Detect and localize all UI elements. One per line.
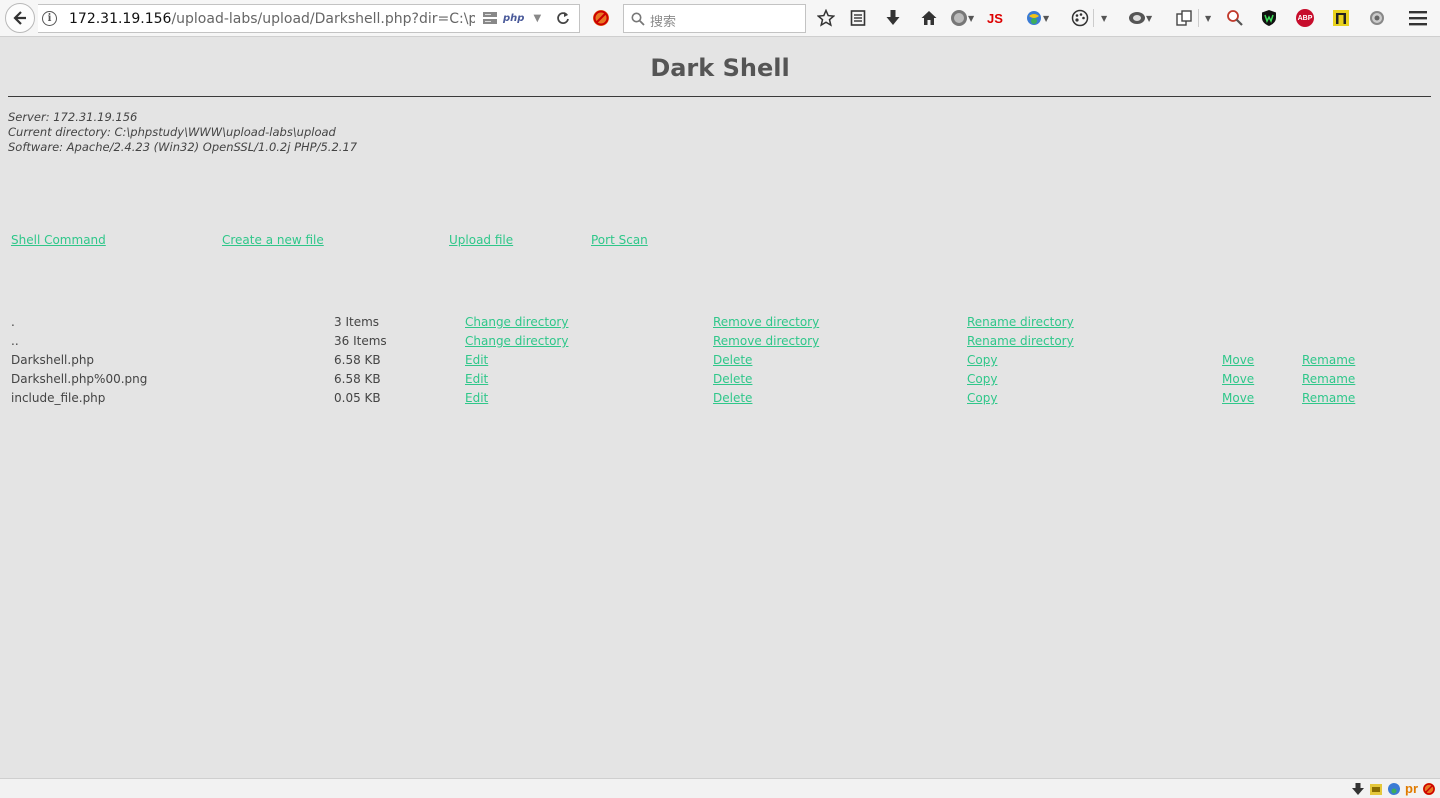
search-icon [631, 12, 645, 26]
server-info: Server: 172.31.19.156 Current directory:… [8, 110, 357, 155]
move-link[interactable]: Move [1222, 353, 1254, 367]
url-bar[interactable]: i 172.31.19.156/upload-labs/upload/Darks… [38, 4, 580, 33]
pr-icon[interactable]: pr [1405, 781, 1418, 796]
rename-link[interactable]: Remame [1302, 391, 1355, 405]
noscript-status-icon[interactable] [1422, 782, 1436, 796]
file-name: .. [11, 334, 19, 348]
file-name: . [11, 315, 15, 329]
edit-link[interactable]: Edit [465, 372, 488, 386]
toolbar-divider [1093, 8, 1094, 28]
bookmark-star-icon[interactable] [817, 8, 835, 28]
page-title: Dark Shell [650, 54, 790, 82]
file-name: include_file.php [11, 391, 106, 405]
delete-link[interactable]: Delete [713, 372, 752, 386]
globe-menu-icon[interactable]: ▼ [950, 8, 974, 28]
file-size: 0.05 KB [334, 391, 381, 405]
file-size: 3 Items [334, 315, 380, 329]
chevron-down-icon[interactable]: ▼ [1101, 8, 1107, 28]
move-link[interactable]: Move [1222, 391, 1254, 405]
reading-list-icon[interactable] [850, 8, 866, 28]
rename-link[interactable]: Remame [1302, 353, 1355, 367]
change-directory-link[interactable]: Change directory [465, 315, 568, 329]
file-size: 6.58 KB [334, 353, 381, 367]
delete-link[interactable]: Delete [713, 391, 752, 405]
reload-icon [557, 12, 569, 24]
search-input[interactable]: 搜索 [623, 4, 806, 33]
back-button[interactable] [5, 3, 35, 33]
divider [8, 96, 1431, 97]
shell-command-link[interactable]: Shell Command [11, 233, 106, 247]
download-icon[interactable] [885, 8, 901, 28]
upload-file-link[interactable]: Upload file [449, 233, 513, 247]
noscript-icon[interactable] [592, 8, 610, 28]
current-directory-line: Current directory: C:\phpstudy\WWW\uploa… [8, 125, 336, 139]
notes-ext-icon[interactable] [1332, 8, 1350, 28]
url-path: /upload-labs/upload/Darkshell.php?dir=C:… [171, 11, 475, 27]
gear-icon[interactable] [1368, 8, 1386, 28]
shield-icon[interactable] [1261, 8, 1277, 28]
php-badge[interactable]: php [503, 13, 524, 24]
remove-directory-link[interactable]: Remove directory [713, 334, 819, 348]
adblock-plus-icon[interactable]: ABP [1296, 8, 1314, 28]
rename-directory-link[interactable]: Rename directory [967, 315, 1074, 329]
proxy-switch-icon[interactable]: ▼ [1025, 8, 1049, 28]
copy-link[interactable]: Copy [967, 391, 997, 405]
move-link[interactable]: Move [1222, 372, 1254, 386]
search-placeholder: 搜索 [650, 15, 677, 30]
arrow-left-icon [13, 11, 26, 25]
file-name: Darkshell.php [11, 353, 95, 367]
home-icon[interactable] [920, 8, 938, 28]
create-new-file-link[interactable]: Create a new file [222, 233, 324, 247]
toolbar-divider-2 [1198, 8, 1199, 28]
rename-link[interactable]: Remame [1302, 372, 1355, 386]
rename-directory-link[interactable]: Rename directory [967, 334, 1074, 348]
dropdown-arrow-icon[interactable]: ▼ [533, 13, 541, 24]
server-icon[interactable] [482, 11, 498, 25]
file-name: Darkshell.php%00.png [11, 372, 148, 386]
hackbar-icon[interactable]: ▼ [1128, 8, 1152, 28]
port-scan-link[interactable]: Port Scan [591, 233, 648, 247]
edit-link[interactable]: Edit [465, 391, 488, 405]
hamburger-menu-icon[interactable] [1409, 8, 1427, 28]
change-directory-link[interactable]: Change directory [465, 334, 568, 348]
download-status-icon[interactable] [1351, 782, 1365, 796]
status-bar: pr [0, 778, 1440, 798]
url-host: 172.31.19.156 [69, 11, 172, 27]
server-line: Server: 172.31.19.156 [8, 110, 138, 124]
edit-link[interactable]: Edit [465, 353, 488, 367]
js-toggle-icon[interactable]: JS [987, 8, 1003, 28]
php-console-icon[interactable] [1369, 782, 1383, 796]
copy-page-icon[interactable] [1175, 8, 1193, 28]
url-text[interactable]: 172.31.19.156/upload-labs/upload/Darkshe… [69, 11, 475, 27]
file-size: 6.58 KB [334, 372, 381, 386]
software-line: Software: Apache/2.4.23 (Win32) OpenSSL/… [8, 140, 358, 154]
copy-link[interactable]: Copy [967, 372, 997, 386]
chevron-down-icon-2[interactable]: ▼ [1205, 8, 1211, 28]
palette-icon[interactable] [1071, 8, 1089, 28]
magnifier-ext-icon[interactable] [1226, 8, 1244, 28]
remove-directory-link[interactable]: Remove directory [713, 315, 819, 329]
proxy-status-icon[interactable] [1387, 782, 1401, 796]
copy-link[interactable]: Copy [967, 353, 997, 367]
browser-toolbar: i 172.31.19.156/upload-labs/upload/Darks… [0, 0, 1440, 37]
file-size: 36 Items [334, 334, 387, 348]
delete-link[interactable]: Delete [713, 353, 752, 367]
reload-button[interactable] [549, 4, 577, 32]
info-icon[interactable]: i [42, 11, 57, 26]
